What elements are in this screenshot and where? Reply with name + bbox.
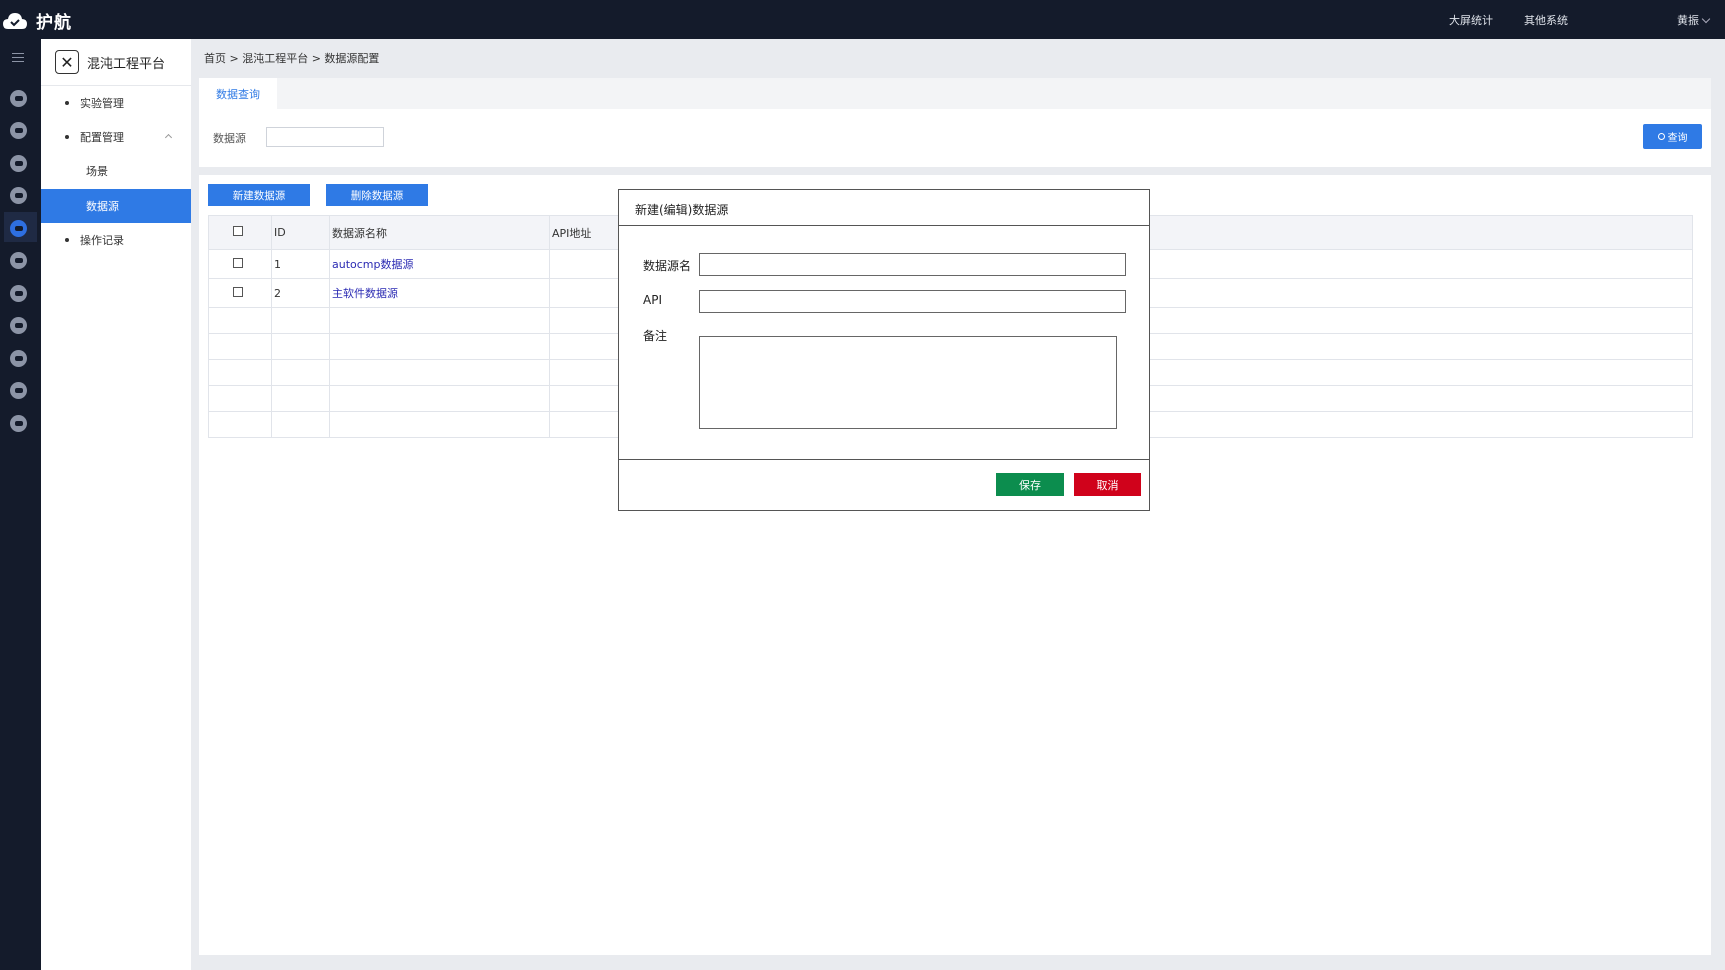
query-panel: 数据查询 数据源 查询 <box>199 78 1711 167</box>
new-datasource-button[interactable]: 新建数据源 <box>208 184 310 206</box>
datasource-name-link[interactable]: autocmp数据源 <box>332 258 414 271</box>
note-label: 备注 <box>643 329 668 343</box>
icon-rail <box>0 39 41 970</box>
row-checkbox[interactable] <box>233 286 243 297</box>
cell-name: 主软件数据源 <box>329 278 550 308</box>
breadcrumb: 首页 > 混沌工程平台 > 数据源配置 <box>204 52 380 65</box>
sidebar-item-operation-log[interactable]: 操作记录 <box>41 224 191 256</box>
select-all-checkbox[interactable] <box>233 226 243 236</box>
rail-database-icon[interactable] <box>10 285 27 302</box>
row-select-cell <box>208 249 272 279</box>
delete-datasource-button[interactable]: 删除数据源 <box>326 184 428 206</box>
rail-triangle-icon[interactable] <box>10 155 27 172</box>
rail-document-icon[interactable] <box>10 317 27 334</box>
sidebar-item-label: 操作记录 <box>80 234 124 247</box>
cell-name: autocmp数据源 <box>329 249 550 279</box>
app-logo[interactable]: 护航 <box>2 8 72 33</box>
query-button[interactable]: 查询 <box>1643 124 1702 149</box>
hamburger-menu-icon[interactable] <box>12 53 24 65</box>
rail-settings-icon[interactable] <box>10 415 27 432</box>
chevron-up-icon <box>164 133 173 142</box>
dialog-title: 新建(编辑)数据源 <box>619 190 1149 226</box>
rail-module-icon-1[interactable] <box>10 90 27 107</box>
cell-id: 1 <box>271 249 330 279</box>
chevron-down-icon <box>1701 14 1711 23</box>
sidebar-brand: ✕ 混沌工程平台 <box>41 39 191 86</box>
query-tabs: 数据查询 <box>199 78 1711 109</box>
rail-users-icon[interactable] <box>10 382 27 399</box>
sidebar-item-experiments[interactable]: 实验管理 <box>41 87 191 119</box>
user-menu[interactable]: 黄振 <box>1677 12 1711 28</box>
user-name: 黄振 <box>1677 14 1699 27</box>
rail-triangle-icon-2[interactable] <box>10 187 27 204</box>
rail-chaos-icon[interactable] <box>10 220 27 237</box>
cloud-check-icon <box>3 12 27 29</box>
datasource-edit-dialog: 新建(编辑)数据源 数据源名 API 备注 保存 取消 <box>618 189 1150 511</box>
cancel-button[interactable]: 取消 <box>1074 473 1141 496</box>
cell-id: 2 <box>271 278 330 308</box>
sidebar-item-scenario[interactable]: 场景 <box>41 154 191 188</box>
rail-planet-icon[interactable] <box>10 252 27 269</box>
datasource-filter-label: 数据源 <box>213 132 246 145</box>
column-header-id: ID <box>271 215 330 250</box>
chaos-logo-icon: ✕ <box>55 50 79 74</box>
sidebar-item-label: 实验管理 <box>80 97 124 110</box>
save-button[interactable]: 保存 <box>996 473 1064 496</box>
datasource-name-label: 数据源名 <box>643 259 692 273</box>
sidebar: ✕ 混沌工程平台 实验管理 配置管理 场景 数据源 操作记录 <box>41 39 191 970</box>
tab-data-query[interactable]: 数据查询 <box>199 78 277 109</box>
row-checkbox[interactable] <box>233 257 243 268</box>
rail-network-icon[interactable] <box>10 350 27 367</box>
nav-big-screen-stats[interactable]: 大屏统计 <box>1449 12 1493 28</box>
bullet-icon <box>65 101 69 105</box>
row-select-cell <box>208 278 272 308</box>
sidebar-item-datasource[interactable]: 数据源 <box>41 189 191 223</box>
rail-globe-icon[interactable] <box>10 122 27 139</box>
sidebar-item-config[interactable]: 配置管理 <box>41 121 191 153</box>
search-icon <box>1657 133 1665 140</box>
bullet-icon <box>65 238 69 242</box>
datasource-name-link[interactable]: 主软件数据源 <box>332 287 398 300</box>
bullet-icon <box>65 135 69 139</box>
datasource-name-input[interactable] <box>699 253 1126 276</box>
sidebar-brand-title: 混沌工程平台 <box>87 56 166 72</box>
top-bar: 护航 大屏统计 其他系统 黄振 <box>0 0 1725 39</box>
query-button-label: 查询 <box>1667 133 1688 144</box>
dialog-footer-divider <box>619 459 1149 460</box>
app-logo-text: 护航 <box>36 13 72 33</box>
column-header-name: 数据源名称 <box>329 215 550 250</box>
api-input[interactable] <box>699 290 1126 313</box>
sidebar-item-label: 配置管理 <box>80 131 124 144</box>
nav-other-systems[interactable]: 其他系统 <box>1524 12 1568 28</box>
select-all-cell <box>208 215 272 250</box>
datasource-filter-input[interactable] <box>266 127 384 147</box>
note-textarea[interactable] <box>699 336 1117 429</box>
api-label: API <box>643 293 662 307</box>
